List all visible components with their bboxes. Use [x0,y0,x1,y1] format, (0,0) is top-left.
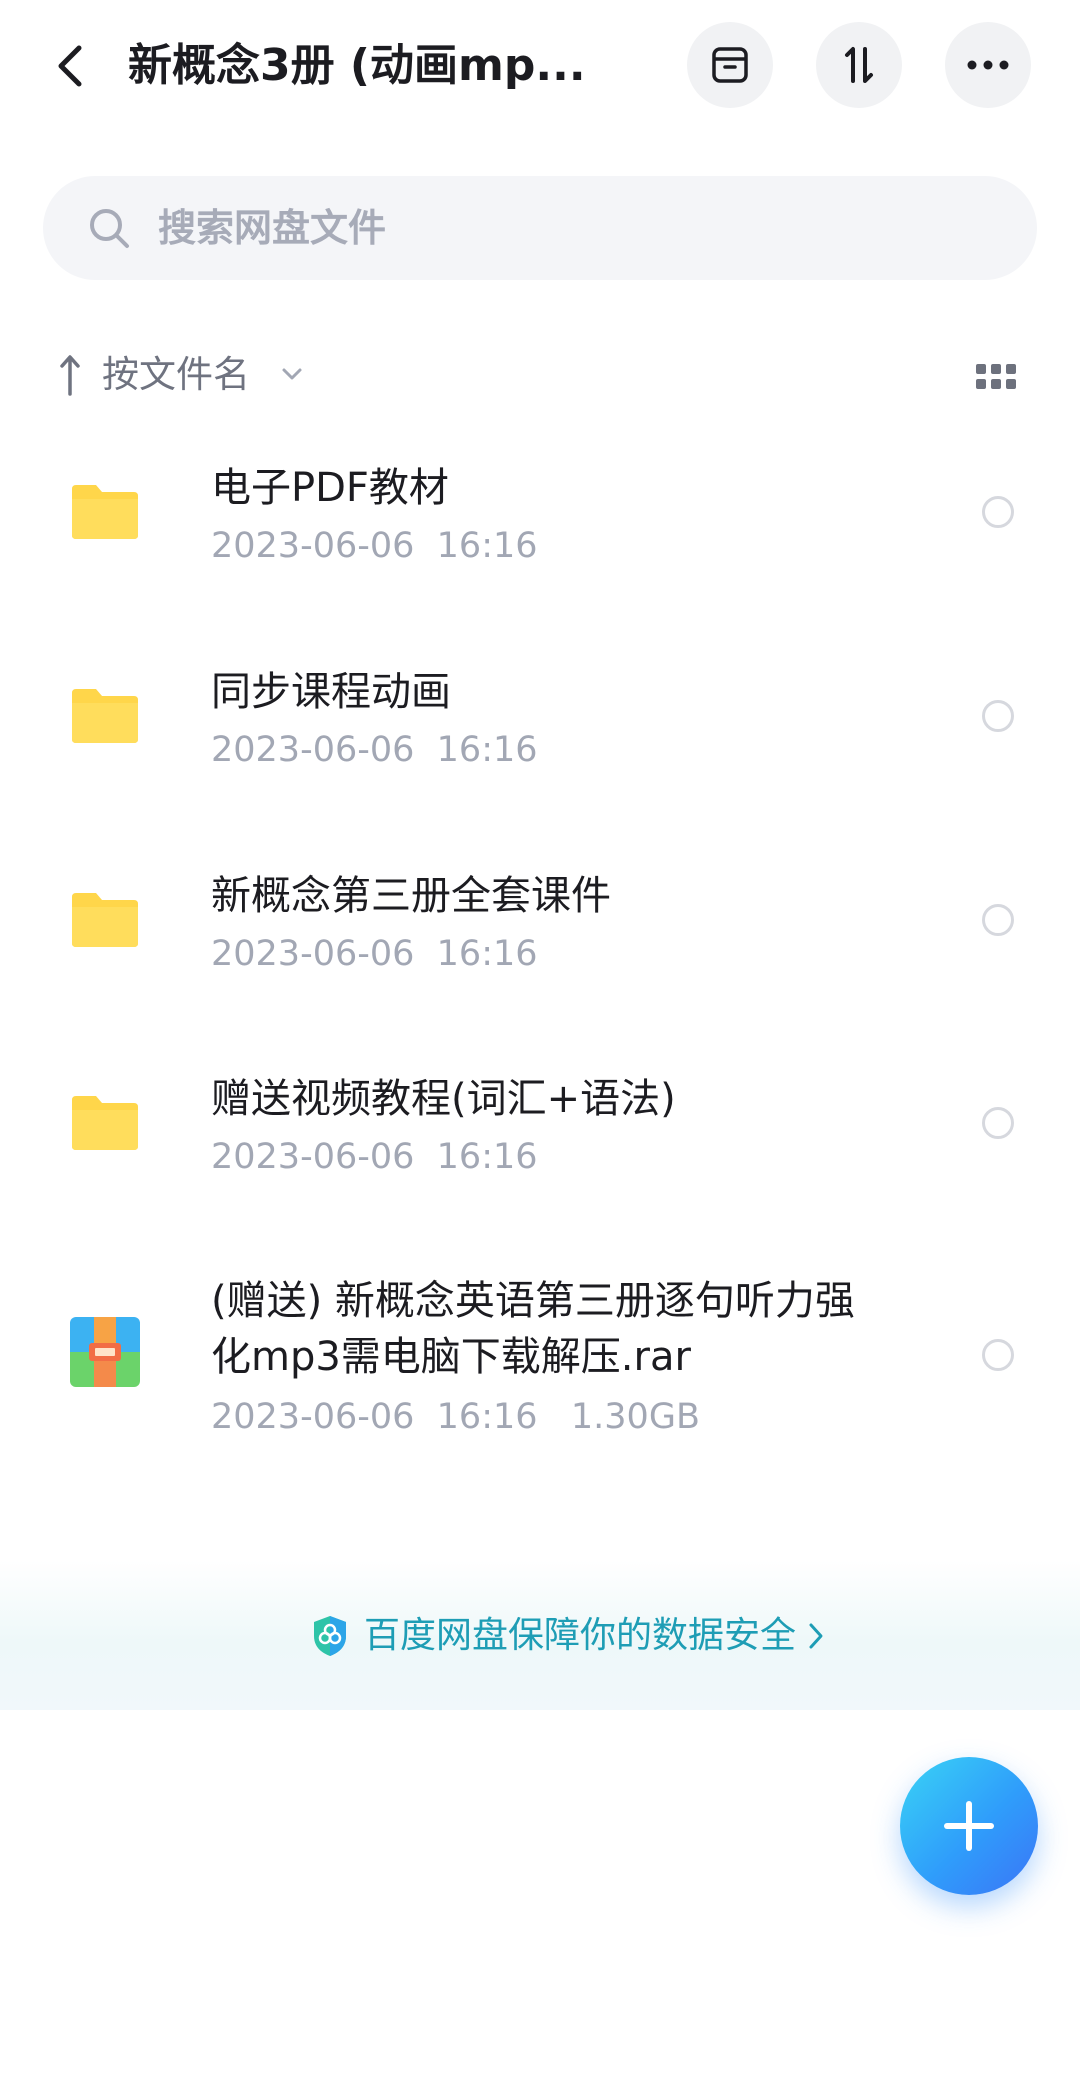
back-button[interactable] [44,36,96,96]
file-meta: 2023-06-06 16:16 [211,1137,538,1177]
security-banner[interactable]: 百度网盘保障你的数据安全 [0,1560,1080,1710]
transfer-sort-icon [845,47,873,83]
archive-file-icon [70,1317,140,1387]
file-name-line-2: 化mp3需电脑下载解压.rar [211,1334,691,1380]
file-meta: 2023-06-06 16:16 [211,934,538,974]
chevron-right-icon [809,1623,823,1649]
select-checkbox[interactable] [982,1339,1014,1371]
select-checkbox[interactable] [982,904,1014,936]
plus-icon [944,1801,994,1851]
file-meta: 2023-06-06 16:16 [211,730,538,770]
page-title: 新概念3册 (动画mp... [128,40,586,91]
search-icon [90,209,129,248]
folder-icon [72,893,138,947]
file-name: (赠送) 新概念英语第三册逐句听力强 化mp3需电脑下载解压.rar [211,1273,911,1385]
list-item[interactable]: 新概念第三册全套课件 2023-06-06 16:16 [0,848,1080,1048]
sort-by-name-label[interactable]: 按文件名 [102,350,250,400]
top-bar: 新概念3册 (动画mp... [0,0,1080,130]
grid-view-icon[interactable] [976,364,1016,390]
sort-bar: 按文件名 [0,340,1080,410]
list-item[interactable]: 赠送视频教程(词汇+语法) 2023-06-06 16:16 [0,1051,1080,1251]
file-name: 赠送视频教程(词汇+语法) [211,1076,676,1122]
file-name-line-1: (赠送) 新概念英语第三册逐句听力强 [211,1278,855,1324]
folder-icon [72,1096,138,1150]
archive-icon [712,47,748,83]
search-input[interactable] [158,198,978,258]
more-button[interactable] [945,22,1031,108]
file-name: 电子PDF教材 [211,465,449,511]
file-meta: 2023-06-06 16:16 1.30GB [211,1397,700,1437]
list-item[interactable]: 电子PDF教材 2023-06-06 16:16 [0,440,1080,640]
arrow-up-icon[interactable] [56,352,84,398]
shield-icon [314,1616,346,1656]
archive-button[interactable] [687,22,773,108]
file-name: 同步课程动画 [211,669,451,715]
list-item[interactable]: (赠送) 新概念英语第三册逐句听力强 化mp3需电脑下载解压.rar 2023-… [0,1255,1080,1455]
transfer-button[interactable] [816,22,902,108]
select-checkbox[interactable] [982,496,1014,528]
chevron-down-icon[interactable] [280,362,304,386]
list-item[interactable]: 同步课程动画 2023-06-06 16:16 [0,644,1080,844]
folder-icon [72,689,138,743]
file-meta: 2023-06-06 16:16 [211,526,538,566]
file-name: 新概念第三册全套课件 [211,873,611,919]
back-arrow-icon [58,45,82,87]
more-icon [967,60,1009,70]
select-checkbox[interactable] [982,1107,1014,1139]
select-checkbox[interactable] [982,700,1014,732]
folder-icon [72,485,138,539]
search-bar[interactable] [43,176,1037,280]
security-banner-text: 百度网盘保障你的数据安全 [364,1615,797,1656]
security-banner-content[interactable]: 百度网盘保障你的数据安全 [310,1608,826,1664]
add-button[interactable] [900,1757,1038,1895]
